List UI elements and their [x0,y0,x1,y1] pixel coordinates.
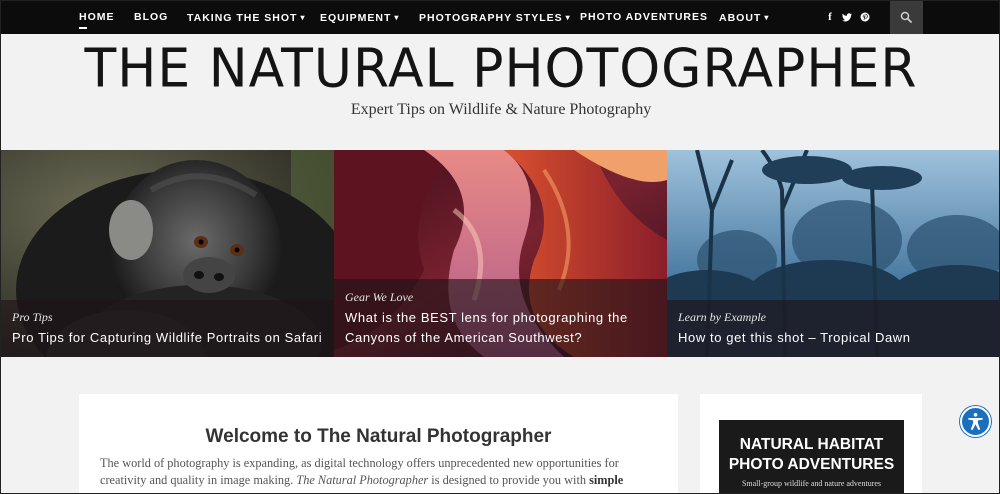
nav-photography-styles[interactable]: PHOTOGRAPHY STYLES ▾ [419,1,571,34]
search-button[interactable] [890,1,923,34]
accessibility-button[interactable] [960,406,991,437]
chevron-down-icon: ▾ [565,13,571,22]
chevron-down-icon: ▾ [764,13,770,22]
post-category[interactable]: Gear We Love [345,290,413,305]
top-navigation: HOME BLOG TAKING THE SHOT ▾ EQUIPMENT ▾ PH… [1,1,999,34]
pinterest-icon[interactable] [858,1,872,34]
nav-blog-label: BLOG [134,11,169,23]
featured-posts: Pro Tips Pro Tips for Capturing Wildlife… [1,150,999,357]
site-title[interactable]: THE NATURAL PHOTOGRAPHER [1,38,999,99]
nav-photo-adventures[interactable]: PHOTO ADVENTURES [580,1,708,34]
welcome-heading: Welcome to The Natural Photographer [205,426,552,447]
ad-title: NATURAL HABITAT PHOTO ADVENTURES [719,435,904,475]
welcome-card: Welcome to The Natural Photographer The … [79,394,678,493]
post-title[interactable]: Pro Tips for Capturing Wildlife Portrait… [12,328,324,348]
nav-home[interactable]: HOME [79,1,115,34]
chevron-down-icon: ▾ [300,13,306,22]
intro-text: is designed to provide you with [428,473,590,487]
nav-home-label: HOME [79,11,115,23]
featured-post-2[interactable]: Gear We Love What is the BEST lens for p… [334,150,667,357]
sidebar-widget: NATURAL HABITAT PHOTO ADVENTURES Small-g… [700,394,922,493]
post-category[interactable]: Pro Tips [12,310,53,325]
nav-photography-styles-label: PHOTOGRAPHY STYLES [419,12,563,24]
nav-equipment-label: EQUIPMENT [320,12,392,24]
search-icon [900,11,912,23]
post-title[interactable]: What is the BEST lens for photographing … [345,308,657,348]
nav-taking-the-shot[interactable]: TAKING THE SHOT ▾ [187,1,306,34]
ad-subtitle: Small-group wildlife and nature adventur… [741,479,882,488]
nav-photo-adventures-label: PHOTO ADVENTURES [580,11,709,23]
site-tagline: Expert Tips on Wildlife & Nature Photogr… [350,101,652,118]
ad-title-line-2: PHOTO ADVENTURES [728,456,895,473]
nav-taking-the-shot-label: TAKING THE SHOT [187,12,298,24]
welcome-intro: The world of photography is expanding, a… [100,455,640,493]
ad-title-line-1: NATURAL HABITAT [739,436,884,453]
nav-active-indicator [79,27,87,29]
nav-about-label: ABOUT [719,12,762,24]
intro-emphasis: The Natural Photographer [296,473,429,487]
nav-blog[interactable]: BLOG [134,1,168,34]
accessibility-icon [968,412,983,431]
facebook-icon[interactable]: f [823,1,837,34]
nav-equipment[interactable]: EQUIPMENT ▾ [320,1,399,34]
twitter-icon[interactable] [840,1,854,34]
featured-post-1[interactable]: Pro Tips Pro Tips for Capturing Wildlife… [1,150,334,357]
page-frame: HOME BLOG TAKING THE SHOT ▾ EQUIPMENT ▾ PH… [0,0,1000,494]
post-title[interactable]: How to get this shot – Tropical Dawn [678,328,991,348]
featured-post-3[interactable]: Learn by Example How to get this shot – … [667,150,999,357]
photo-adventures-ad[interactable]: NATURAL HABITAT PHOTO ADVENTURES Small-g… [719,420,904,493]
post-category[interactable]: Learn by Example [678,310,766,325]
nav-about[interactable]: ABOUT ▾ [719,1,769,34]
chevron-down-icon: ▾ [394,13,400,22]
